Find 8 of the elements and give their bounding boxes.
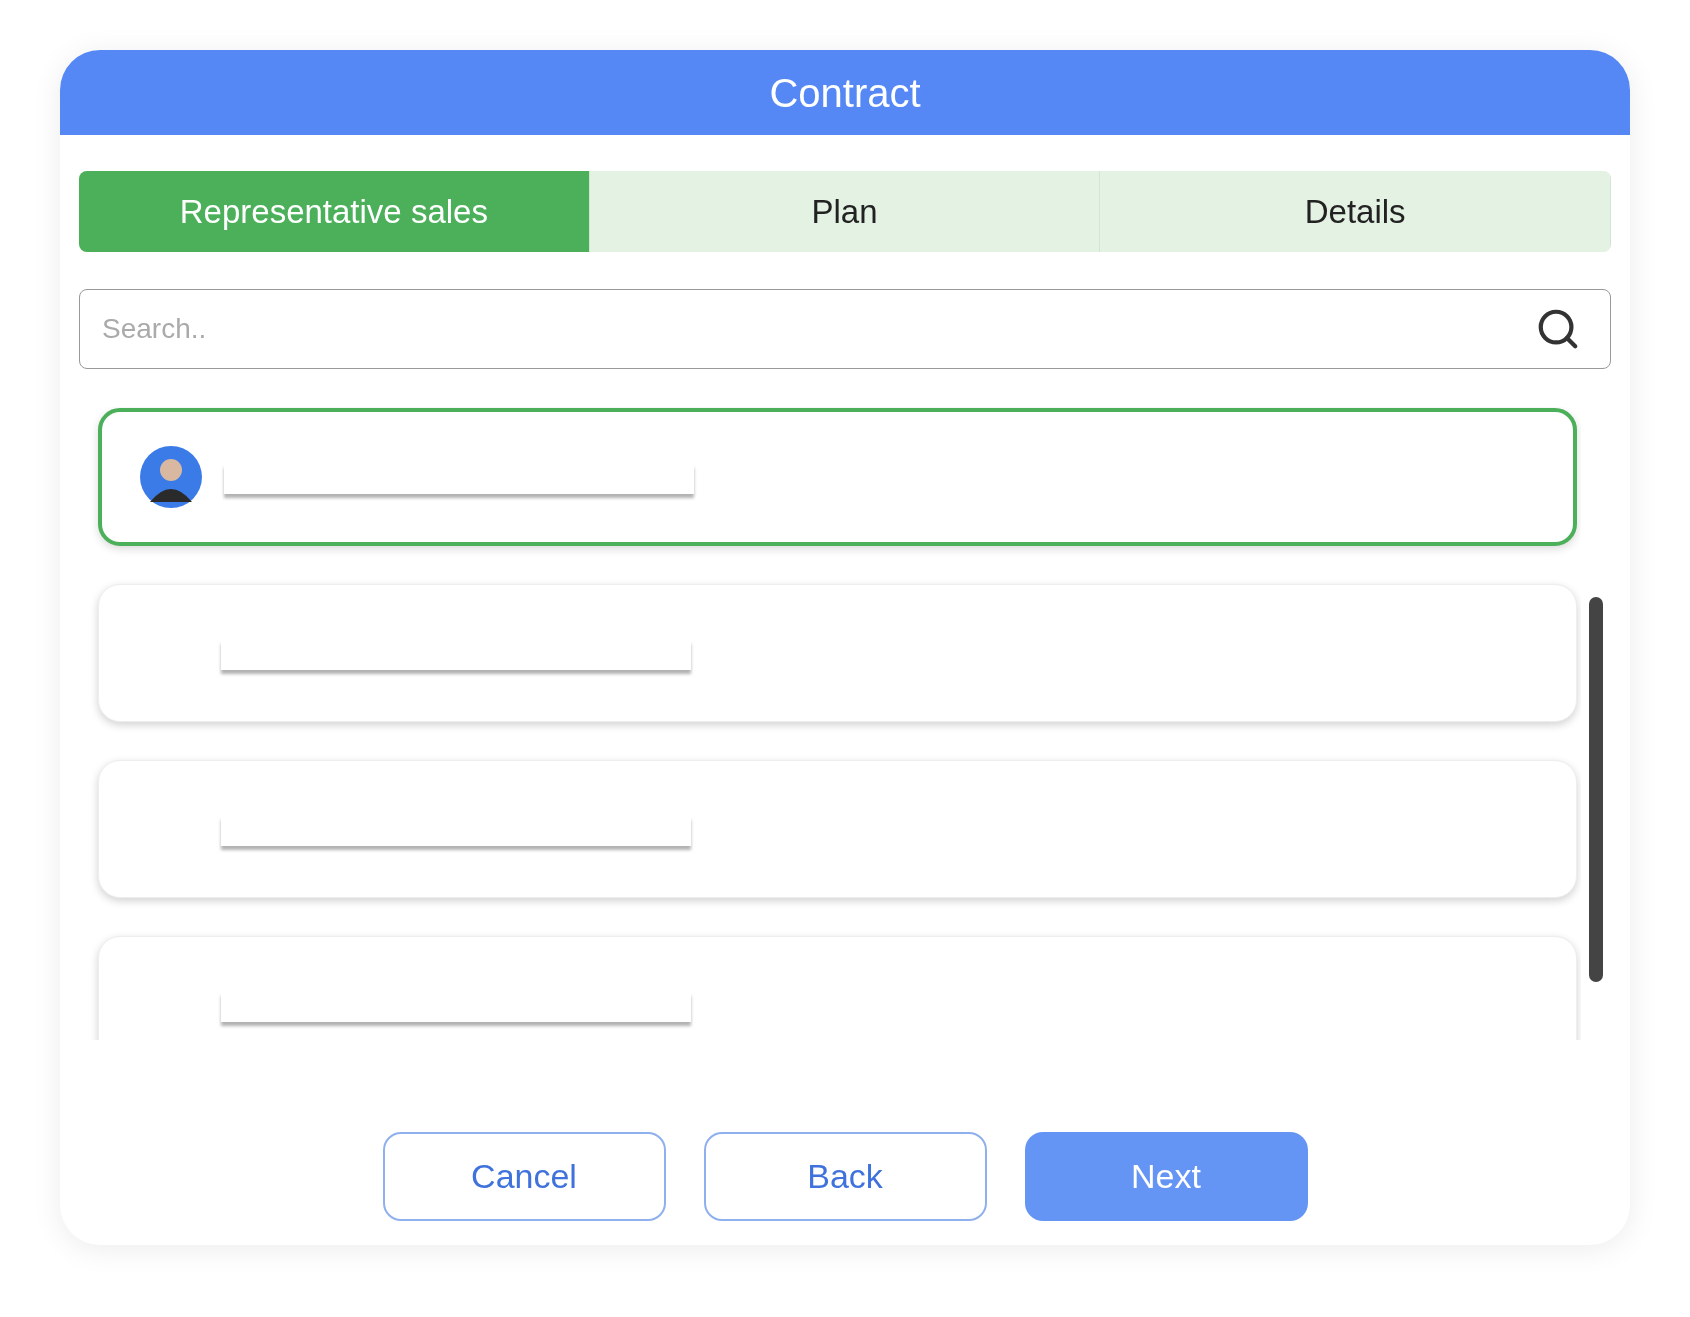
search-field[interactable]: Search.. — [79, 289, 1611, 369]
next-button[interactable]: Next — [1024, 1132, 1308, 1221]
person-card[interactable] — [98, 408, 1577, 546]
scrollbar-thumb[interactable] — [1589, 597, 1603, 982]
dialog-title: Contract — [60, 50, 1630, 135]
tab[interactable]: Representative sales — [79, 171, 590, 252]
secondary-button[interactable]: Back — [703, 1132, 987, 1221]
secondary-button[interactable]: Cancel — [382, 1132, 666, 1221]
